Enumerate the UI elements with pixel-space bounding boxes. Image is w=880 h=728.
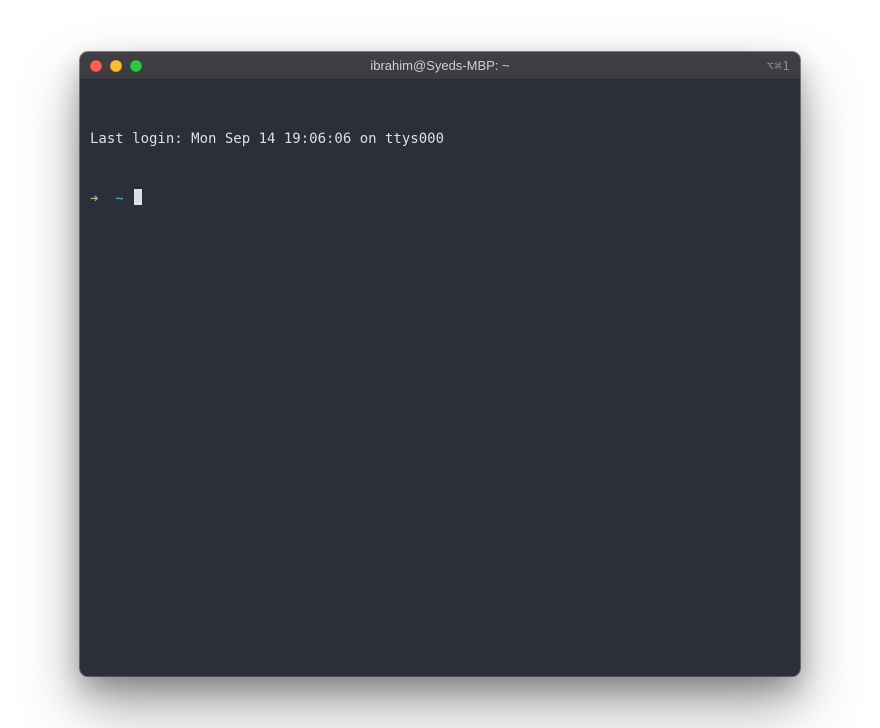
- maximize-button[interactable]: [130, 60, 142, 72]
- tab-indicator[interactable]: ⌥⌘1: [767, 59, 790, 73]
- window-titlebar[interactable]: ibrahim@Syeds-MBP: ~ ⌥⌘1: [80, 52, 800, 80]
- minimize-button[interactable]: [110, 60, 122, 72]
- close-button[interactable]: [90, 60, 102, 72]
- prompt-path: ~: [115, 191, 123, 207]
- terminal-window: ibrahim@Syeds-MBP: ~ ⌥⌘1 Last login: Mon…: [80, 52, 800, 676]
- traffic-lights: [90, 60, 142, 72]
- window-title: ibrahim@Syeds-MBP: ~: [80, 58, 800, 73]
- cursor-icon: [134, 189, 142, 205]
- prompt-arrow-icon: ➜: [90, 191, 98, 207]
- prompt-line: ➜ ~: [90, 189, 790, 209]
- terminal-body[interactable]: Last login: Mon Sep 14 19:06:06 on ttys0…: [80, 80, 800, 676]
- last-login-line: Last login: Mon Sep 14 19:06:06 on ttys0…: [90, 129, 790, 149]
